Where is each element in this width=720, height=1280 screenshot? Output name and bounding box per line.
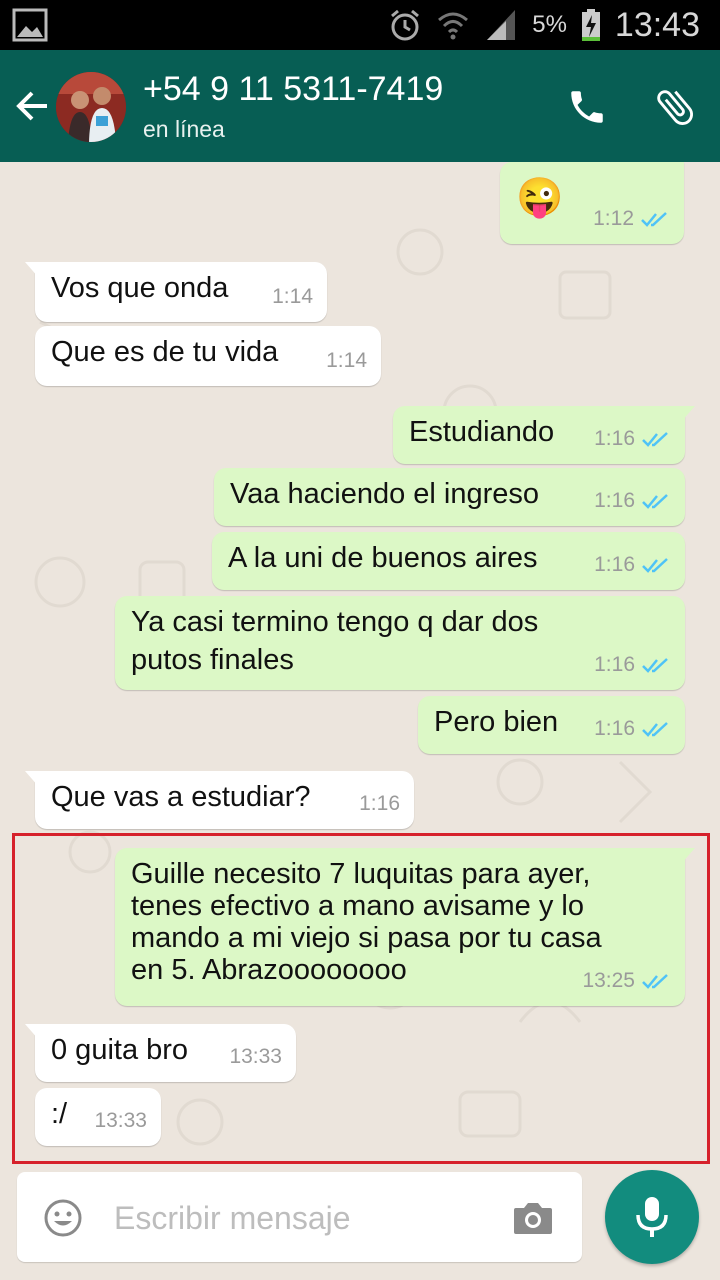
message-text-line: mando a mi viejo si pasa por tu casa — [131, 922, 602, 954]
message-text: :/ — [51, 1098, 68, 1130]
message-input-placeholder[interactable]: Escribir mensaje — [114, 1200, 351, 1237]
message-text-line: Ya casi termino tengo q dar dos — [131, 606, 539, 638]
battery-charging-icon — [581, 9, 600, 41]
message-outgoing[interactable]: Vaa haciendo el ingreso 1:16 — [214, 468, 685, 526]
mic-button[interactable] — [605, 1170, 699, 1264]
message-incoming[interactable]: Vos que onda 1:14 — [25, 262, 327, 322]
read-ticks-icon — [642, 432, 668, 447]
message-time: 1:14 — [326, 349, 367, 372]
message-text: Vos que onda — [51, 272, 229, 304]
message-time: 1:16 — [359, 792, 400, 815]
camera-icon[interactable] — [512, 1200, 554, 1236]
attach-clip-icon[interactable] — [652, 84, 698, 130]
message-time: 1:16 — [594, 717, 635, 740]
message-text: Que vas a estudiar? — [51, 781, 311, 813]
contact-name[interactable]: +54 9 11 5311-7419 — [143, 70, 443, 109]
message-time: 1:16 — [594, 653, 635, 676]
message-outgoing[interactable]: Guille necesito 7 luquitas para ayer, te… — [115, 848, 695, 1006]
message-text-line: putos finales — [131, 644, 294, 676]
message-text-line: tenes efectivo a mano avisame y lo — [131, 890, 584, 922]
message-incoming[interactable]: Que es de tu vida 1:14 — [35, 326, 381, 386]
avatar-photo-icon — [56, 72, 126, 142]
message-time: 13:25 — [582, 969, 635, 992]
read-ticks-icon — [641, 212, 667, 227]
message-time: 1:16 — [594, 489, 635, 512]
message-incoming[interactable]: Que vas a estudiar? 1:16 — [25, 771, 414, 829]
message-text: Estudiando — [409, 416, 555, 448]
message-text: 😜 — [516, 177, 564, 219]
message-composer: Escribir mensaje — [0, 1168, 720, 1280]
message-time: 13:33 — [229, 1045, 282, 1068]
message-text: A la uni de buenos aires — [228, 542, 538, 574]
message-time: 1:16 — [594, 427, 635, 450]
read-ticks-icon — [642, 558, 668, 573]
read-ticks-icon — [642, 974, 668, 989]
contact-status: en línea — [143, 116, 225, 142]
read-ticks-icon — [642, 722, 668, 737]
message-text-line: en 5. Abrazoooooooo — [131, 954, 407, 986]
message-outgoing[interactable]: Ya casi termino tengo q dar dos putos fi… — [115, 596, 685, 690]
signal-icon — [487, 10, 516, 40]
message-text-line: Guille necesito 7 luquitas para ayer, — [131, 858, 591, 890]
status-bar: 5% 13:43 — [0, 0, 720, 50]
alarm-icon — [391, 9, 420, 41]
message-incoming[interactable]: :/ 13:33 — [35, 1088, 161, 1146]
back-arrow-icon[interactable] — [14, 88, 50, 124]
emoji-icon[interactable] — [43, 1198, 83, 1238]
chat-header: +54 9 11 5311-7419 en línea — [0, 50, 720, 162]
message-text: Que es de tu vida — [51, 336, 279, 368]
wifi-icon — [438, 12, 469, 40]
message-time: 1:12 — [593, 207, 634, 230]
read-ticks-icon — [642, 494, 668, 509]
chat-area[interactable]: 😜 1:12 Vos que onda 1:14 Que es de tu vi… — [0, 162, 720, 1168]
battery-percent: 5% — [532, 11, 567, 38]
message-outgoing[interactable]: 😜 1:12 — [500, 162, 684, 244]
message-text: Pero bien — [434, 706, 559, 738]
message-text: 0 guita bro — [51, 1034, 189, 1066]
read-ticks-icon — [642, 658, 668, 673]
message-outgoing[interactable]: Estudiando 1:16 — [393, 406, 695, 464]
message-time: 1:14 — [272, 285, 313, 308]
message-outgoing[interactable]: Pero bien 1:16 — [418, 696, 685, 754]
microphone-icon — [636, 1197, 668, 1237]
contact-avatar[interactable] — [56, 72, 126, 142]
message-input-box[interactable]: Escribir mensaje — [17, 1172, 582, 1262]
message-incoming[interactable]: 0 guita bro 13:33 — [25, 1024, 296, 1082]
message-time: 1:16 — [594, 553, 635, 576]
status-time: 13:43 — [614, 5, 700, 44]
message-outgoing[interactable]: A la uni de buenos aires 1:16 — [212, 532, 685, 590]
message-time: 13:33 — [94, 1109, 147, 1132]
gallery-notification-icon — [12, 8, 48, 42]
message-text: Vaa haciendo el ingreso — [230, 478, 540, 510]
phone-call-icon[interactable] — [566, 86, 608, 128]
